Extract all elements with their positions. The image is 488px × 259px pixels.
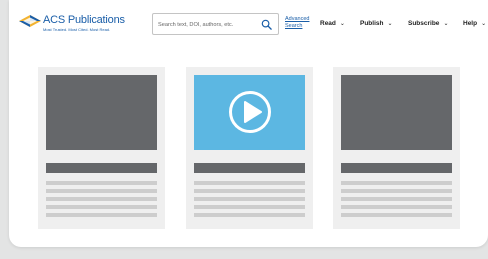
acs-logo[interactable]: ACS Publications Most Trusted. Most Cite…	[19, 14, 125, 36]
brand-tagline: Most Trusted. Most Cited. Most Read.	[43, 27, 111, 32]
text-line-placeholder	[341, 205, 452, 209]
nav-help[interactable]: Help ⌄	[463, 20, 486, 27]
text-line-placeholder	[46, 197, 157, 201]
video-thumbnail[interactable]	[194, 75, 305, 150]
search-input[interactable]	[158, 18, 261, 31]
text-line-placeholder	[46, 205, 157, 209]
text-line-placeholder	[341, 213, 452, 217]
chevron-down-icon: ⌄	[443, 21, 449, 27]
nav-publish[interactable]: Publish ⌄	[360, 20, 393, 27]
text-line-placeholder	[341, 197, 452, 201]
image-placeholder	[341, 75, 452, 150]
text-line-placeholder	[194, 197, 305, 201]
nav-subscribe[interactable]: Subscribe ⌄	[408, 20, 448, 27]
play-icon[interactable]	[228, 90, 272, 134]
nav-help-label: Help	[463, 20, 478, 27]
text-line-placeholder	[194, 189, 305, 193]
chevron-down-icon: ⌄	[339, 21, 345, 27]
text-line-placeholder	[194, 181, 305, 185]
brand-name: ACS Publications	[43, 14, 125, 26]
title-placeholder	[194, 163, 305, 173]
nav-publish-label: Publish	[360, 20, 384, 27]
text-line-placeholder	[341, 189, 452, 193]
image-placeholder	[46, 75, 157, 150]
content-card[interactable]	[38, 67, 165, 229]
text-line-placeholder	[194, 213, 305, 217]
nav-read[interactable]: Read ⌄	[320, 20, 345, 27]
title-placeholder	[46, 163, 157, 173]
content-card[interactable]	[333, 67, 460, 229]
acs-logo-icon	[19, 15, 41, 27]
title-placeholder	[341, 163, 452, 173]
browser-page: ACS Publications Most Trusted. Most Cite…	[9, 0, 488, 247]
text-line-placeholder	[46, 189, 157, 193]
text-line-placeholder	[46, 181, 157, 185]
text-line-placeholder	[341, 181, 452, 185]
nav-subscribe-label: Subscribe	[408, 20, 440, 27]
nav-read-label: Read	[320, 20, 336, 27]
text-line-placeholder	[46, 213, 157, 217]
search-icon[interactable]	[261, 19, 272, 30]
advanced-search-link[interactable]: Advanced Search	[285, 16, 315, 29]
chevron-down-icon: ⌄	[387, 21, 393, 27]
video-card[interactable]	[186, 67, 313, 229]
site-header: ACS Publications Most Trusted. Most Cite…	[9, 0, 488, 48]
text-line-placeholder	[194, 205, 305, 209]
search-box	[152, 13, 279, 35]
chevron-down-icon: ⌄	[481, 21, 487, 27]
